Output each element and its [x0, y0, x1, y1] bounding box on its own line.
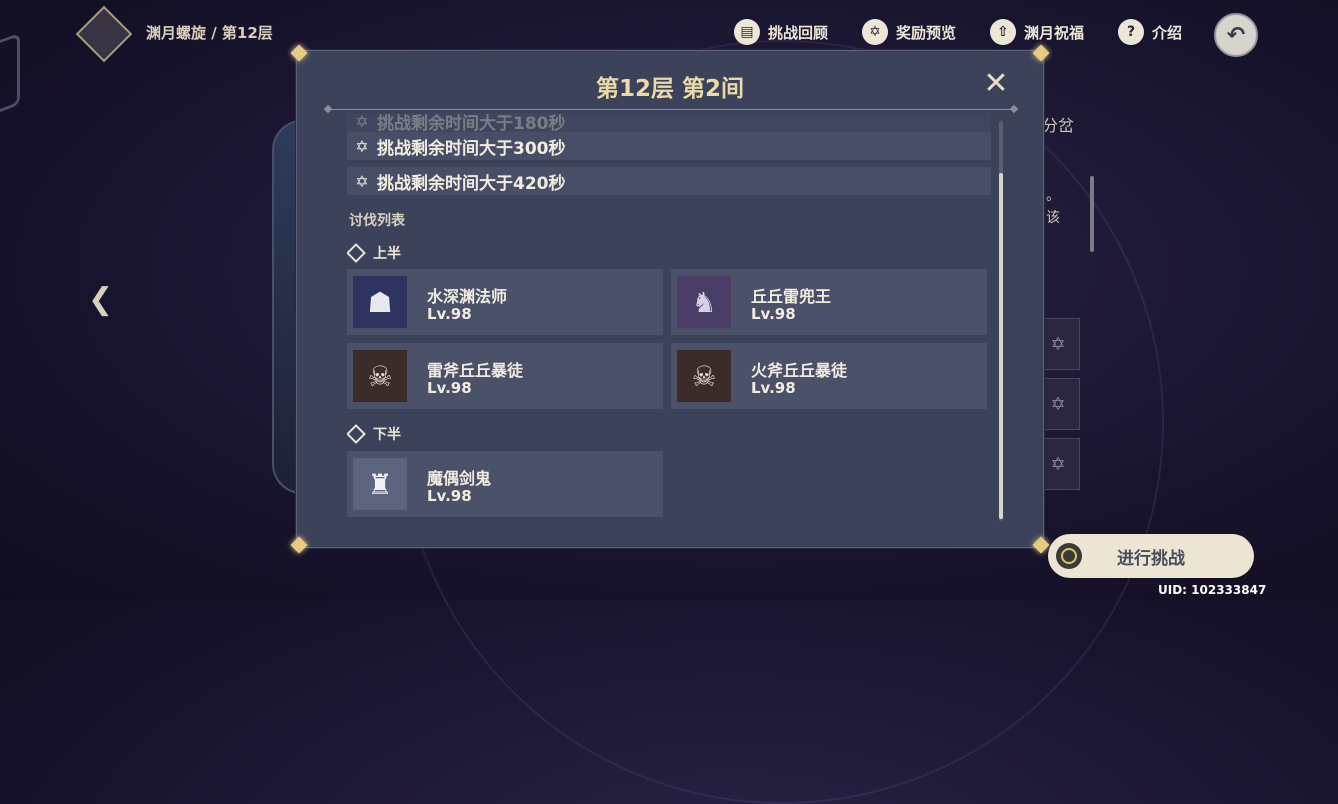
- modal-scrollbar-thumb[interactable]: [999, 173, 1003, 519]
- chamber-details-modal: 第12层 第2间 ✕ ✡ 挑战剩余时间大于180秒 ✡ 挑战剩余时间大于300秒…: [296, 50, 1044, 548]
- enemy-level: Lv.98: [751, 379, 796, 397]
- challenge-review-button[interactable]: ▤ 挑战回顾: [734, 16, 828, 48]
- enemy-level: Lv.98: [427, 379, 472, 397]
- enemy-card[interactable]: ♞ 丘丘雷兜王 Lv.98: [671, 269, 987, 335]
- modal-scroll-content[interactable]: ✡ 挑战剩余时间大于180秒 ✡ 挑战剩余时间大于300秒 ✡ 挑战剩余时间大于…: [347, 113, 993, 533]
- blessing-label: 渊月祝福: [1024, 23, 1085, 42]
- star-icon: ✡: [355, 136, 369, 156]
- enemy-name: 魔偶剑鬼: [427, 469, 492, 488]
- diamond-icon: [347, 424, 366, 444]
- intro-button[interactable]: ? 介绍: [1118, 16, 1182, 48]
- enemy-card[interactable]: ☗ 水深渊法师 Lv.98: [347, 269, 663, 335]
- reward-preview-button[interactable]: ✡ 奖励预览: [862, 16, 956, 48]
- enemy-list-heading: 讨伐列表: [349, 213, 405, 229]
- star-icon: ✡: [355, 113, 369, 131]
- close-button[interactable]: ✕: [981, 69, 1011, 99]
- blessing-icon: ⇧: [990, 19, 1016, 45]
- corner-ornament-icon: [289, 43, 309, 63]
- first-half-heading: 上半: [347, 243, 401, 263]
- background-right-text: 。 该: [1046, 188, 1060, 226]
- uid-label: UID: 102333847: [1158, 583, 1267, 597]
- start-challenge-button[interactable]: 进行挑战: [1048, 534, 1254, 578]
- back-arrow-icon: ↶: [1226, 22, 1246, 48]
- condition-item: ✡ 挑战剩余时间大于300秒: [347, 132, 991, 160]
- enemy-name: 火斧丘丘暴徒: [751, 361, 848, 380]
- background-right-title: 分岔: [1042, 116, 1075, 135]
- condition-text: 挑战剩余时间大于300秒: [377, 138, 566, 159]
- star-icon: ✡: [862, 19, 888, 45]
- spiral-abyss-logo-icon: [75, 5, 133, 63]
- enemy-name: 雷斧丘丘暴徒: [427, 361, 524, 380]
- book-icon: ▤: [734, 19, 760, 45]
- previous-chamber-arrow-icon[interactable]: ❮: [88, 285, 114, 315]
- breadcrumb: 渊月螺旋 / 第12层: [146, 24, 273, 42]
- start-challenge-label: 进行挑战: [1117, 548, 1185, 569]
- mitachurl-portrait-icon: ☠: [353, 350, 407, 402]
- second-half-label: 下半: [373, 427, 401, 443]
- condition-text: 挑战剩余时间大于420秒: [377, 173, 566, 194]
- star-icon: ✡: [355, 171, 369, 191]
- enemy-name: 丘丘雷兜王: [751, 287, 832, 306]
- intro-label: 介绍: [1152, 23, 1183, 42]
- condition-text: 挑战剩余时间大于180秒: [377, 113, 566, 134]
- question-icon: ?: [1118, 19, 1144, 45]
- first-half-label: 上半: [373, 246, 401, 262]
- title-divider: [331, 109, 1011, 110]
- challenge-review-label: 挑战回顾: [768, 23, 829, 42]
- second-half-heading: 下半: [347, 424, 401, 444]
- confirm-ring-icon: [1056, 543, 1082, 569]
- maguu-kenki-portrait-icon: ♜: [353, 458, 407, 510]
- enemy-level: Lv.98: [427, 305, 472, 323]
- enemy-card[interactable]: ☠ 雷斧丘丘暴徒 Lv.98: [347, 343, 663, 409]
- diamond-icon: [347, 243, 366, 263]
- lawachurl-portrait-icon: ♞: [677, 276, 731, 328]
- back-button[interactable]: ↶: [1214, 13, 1258, 57]
- enemy-name: 水深渊法师: [427, 287, 508, 306]
- enemy-card[interactable]: ☠ 火斧丘丘暴徒 Lv.98: [671, 343, 987, 409]
- background-scrollbar: [1090, 176, 1094, 252]
- modal-title: 第12层 第2间: [595, 76, 745, 102]
- corner-ornament-icon: [1031, 43, 1051, 63]
- condition-item: ✡ 挑战剩余时间大于420秒: [347, 167, 991, 195]
- mitachurl-portrait-icon: ☠: [677, 350, 731, 402]
- enemy-level: Lv.98: [751, 305, 796, 323]
- reward-preview-label: 奖励预览: [896, 23, 957, 42]
- close-icon: ✕: [983, 66, 1009, 101]
- enemy-level: Lv.98: [427, 487, 472, 505]
- enemy-card[interactable]: ♜ 魔偶剑鬼 Lv.98: [347, 451, 663, 517]
- corner-ornament-icon: [289, 535, 309, 555]
- abyss-mage-portrait-icon: ☗: [353, 276, 407, 328]
